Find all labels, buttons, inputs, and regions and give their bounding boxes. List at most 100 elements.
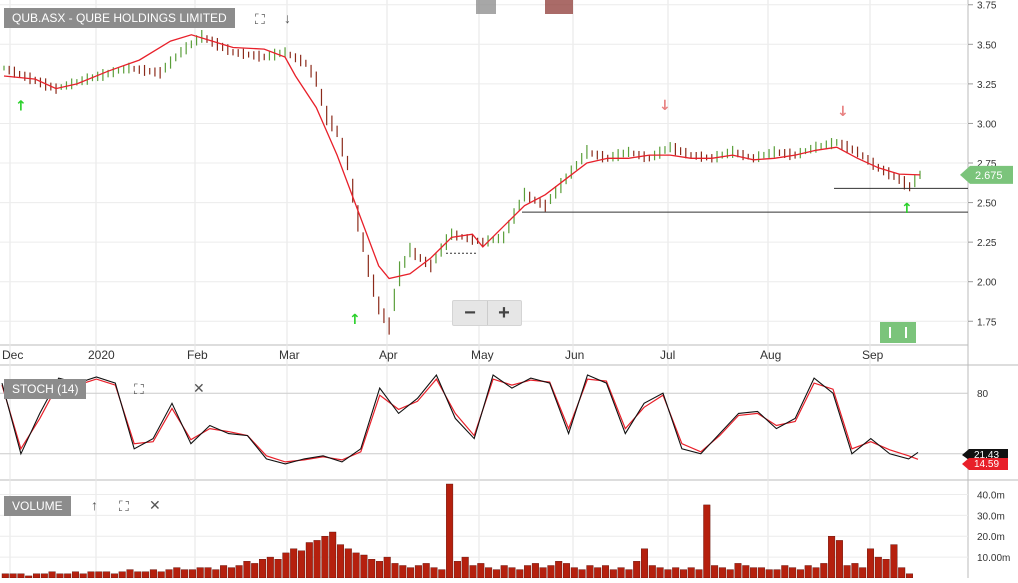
volume-bar <box>196 567 204 579</box>
volume-bar <box>134 571 142 579</box>
volume-bar <box>508 567 516 579</box>
volume-bar <box>142 571 150 579</box>
volume-bar <box>492 569 500 579</box>
volume-bar <box>859 567 867 579</box>
sell-arrow-icon: ↓ <box>659 98 671 114</box>
volume-bar <box>664 569 672 579</box>
chart-canvas: Dec 2020 Feb Mar Apr May Jun Jul Aug Sep 3.75 3.50 3… <box>0 0 1018 579</box>
volume-bar <box>33 573 41 579</box>
volume-bar <box>422 563 430 579</box>
indicator-tab-active[interactable] <box>545 0 573 14</box>
scroll-handle[interactable] <box>880 322 916 343</box>
volume-bar <box>446 483 454 579</box>
x-tick-label: Mar <box>279 348 300 362</box>
volume-bar <box>718 567 726 579</box>
volume-bar <box>687 567 695 579</box>
volume-bar <box>485 567 493 579</box>
y-tick-label: 1.75 <box>977 317 997 328</box>
volume-bar <box>906 573 914 579</box>
volume-bar <box>298 550 306 579</box>
volume-bar <box>337 544 345 579</box>
volume-bar <box>734 563 742 579</box>
arrow-up-icon[interactable]: ↑ <box>91 498 98 512</box>
price-badge-label: 2.675 <box>975 170 1003 182</box>
volume-bar <box>726 569 734 579</box>
arrow-down-icon[interactable]: ↓ <box>284 11 291 25</box>
volume-bar <box>609 569 617 579</box>
volume-bar <box>773 569 781 579</box>
volume-bar <box>835 540 843 579</box>
zoom-controls: − + <box>452 300 522 326</box>
volume-label: VOLUME <box>4 496 71 516</box>
x-tick-label: Feb <box>187 348 208 362</box>
volume-bar <box>64 573 72 579</box>
volume-bar <box>453 561 461 579</box>
volume-bar <box>617 567 625 579</box>
volume-bar <box>812 567 820 579</box>
volume-bar <box>641 548 649 579</box>
volume-bar <box>796 569 804 579</box>
volume-tick-label: 10.00m <box>977 553 1010 564</box>
volume-bar <box>695 569 703 579</box>
volume-bar <box>173 567 181 579</box>
volume-bar <box>874 556 882 579</box>
volume-bar <box>110 573 118 579</box>
y-tick-label: 2.50 <box>977 199 997 210</box>
volume-bar <box>259 559 267 579</box>
volume-bar <box>165 569 173 579</box>
volume-bar <box>469 565 477 579</box>
volume-tick-label: 40.0m <box>977 490 1005 501</box>
volume-bar <box>539 567 547 579</box>
volume-bar <box>648 565 656 579</box>
volume-bar <box>376 561 384 579</box>
volume-bar <box>274 559 282 579</box>
volume-bar <box>524 565 532 579</box>
x-tick-label: Jul <box>660 348 675 362</box>
volume-bar <box>804 565 812 579</box>
volume-bar <box>890 544 898 579</box>
x-tick-label: Jun <box>565 348 584 362</box>
expand-icon[interactable]: ⛶ <box>134 382 144 396</box>
x-tick-label: Apr <box>379 348 398 362</box>
symbol-label: QUB.ASX - QUBE HOLDINGS LIMITED <box>4 8 235 28</box>
zoom-in-button[interactable]: + <box>487 301 521 325</box>
close-icon[interactable]: ✕ <box>193 381 205 395</box>
volume-bar <box>578 569 586 579</box>
indicator-tab[interactable] <box>476 0 496 14</box>
expand-icon[interactable]: ⛶ <box>255 12 265 26</box>
volume-bar <box>563 563 571 579</box>
volume-bar <box>352 552 360 579</box>
x-tick-label: Aug <box>760 348 781 362</box>
volume-bar <box>399 565 407 579</box>
x-tick-label: Dec <box>2 348 23 362</box>
volume-bar <box>586 565 594 579</box>
volume-bar <box>157 571 165 579</box>
buy-arrow-icon: ↑ <box>349 312 361 328</box>
y-tick-label: 2.00 <box>977 278 997 289</box>
volume-bar <box>703 504 711 579</box>
expand-icon[interactable]: ⛶ <box>119 499 129 513</box>
volume-bar <box>48 571 56 579</box>
x-tick-label: May <box>471 348 494 362</box>
volume-bar <box>204 567 212 579</box>
close-icon[interactable]: ✕ <box>149 498 161 512</box>
volume-bar <box>828 536 836 579</box>
volume-bar <box>227 567 235 579</box>
x-tick-label: 2020 <box>88 348 115 362</box>
volume-bar <box>656 567 664 579</box>
volume-bar <box>181 569 189 579</box>
x-tick-label: Sep <box>862 348 884 362</box>
volume-bar <box>383 556 391 579</box>
volume-bar <box>251 563 259 579</box>
stoch-d-readout: 14.59 <box>974 459 999 470</box>
volume-bar <box>633 561 641 579</box>
volume-bar <box>79 573 87 579</box>
volume-bar <box>781 565 789 579</box>
volume-bar <box>430 567 438 579</box>
volume-bar <box>765 569 773 579</box>
volume-bar <box>555 561 563 579</box>
sell-arrow-icon: ↓ <box>837 104 849 120</box>
zoom-out-button[interactable]: − <box>453 301 488 325</box>
volume-bar <box>789 567 797 579</box>
chart-stage[interactable]: Dec 2020 Feb Mar Apr May Jun Jul Aug Sep 3.75 3.50 3… <box>0 0 1018 579</box>
